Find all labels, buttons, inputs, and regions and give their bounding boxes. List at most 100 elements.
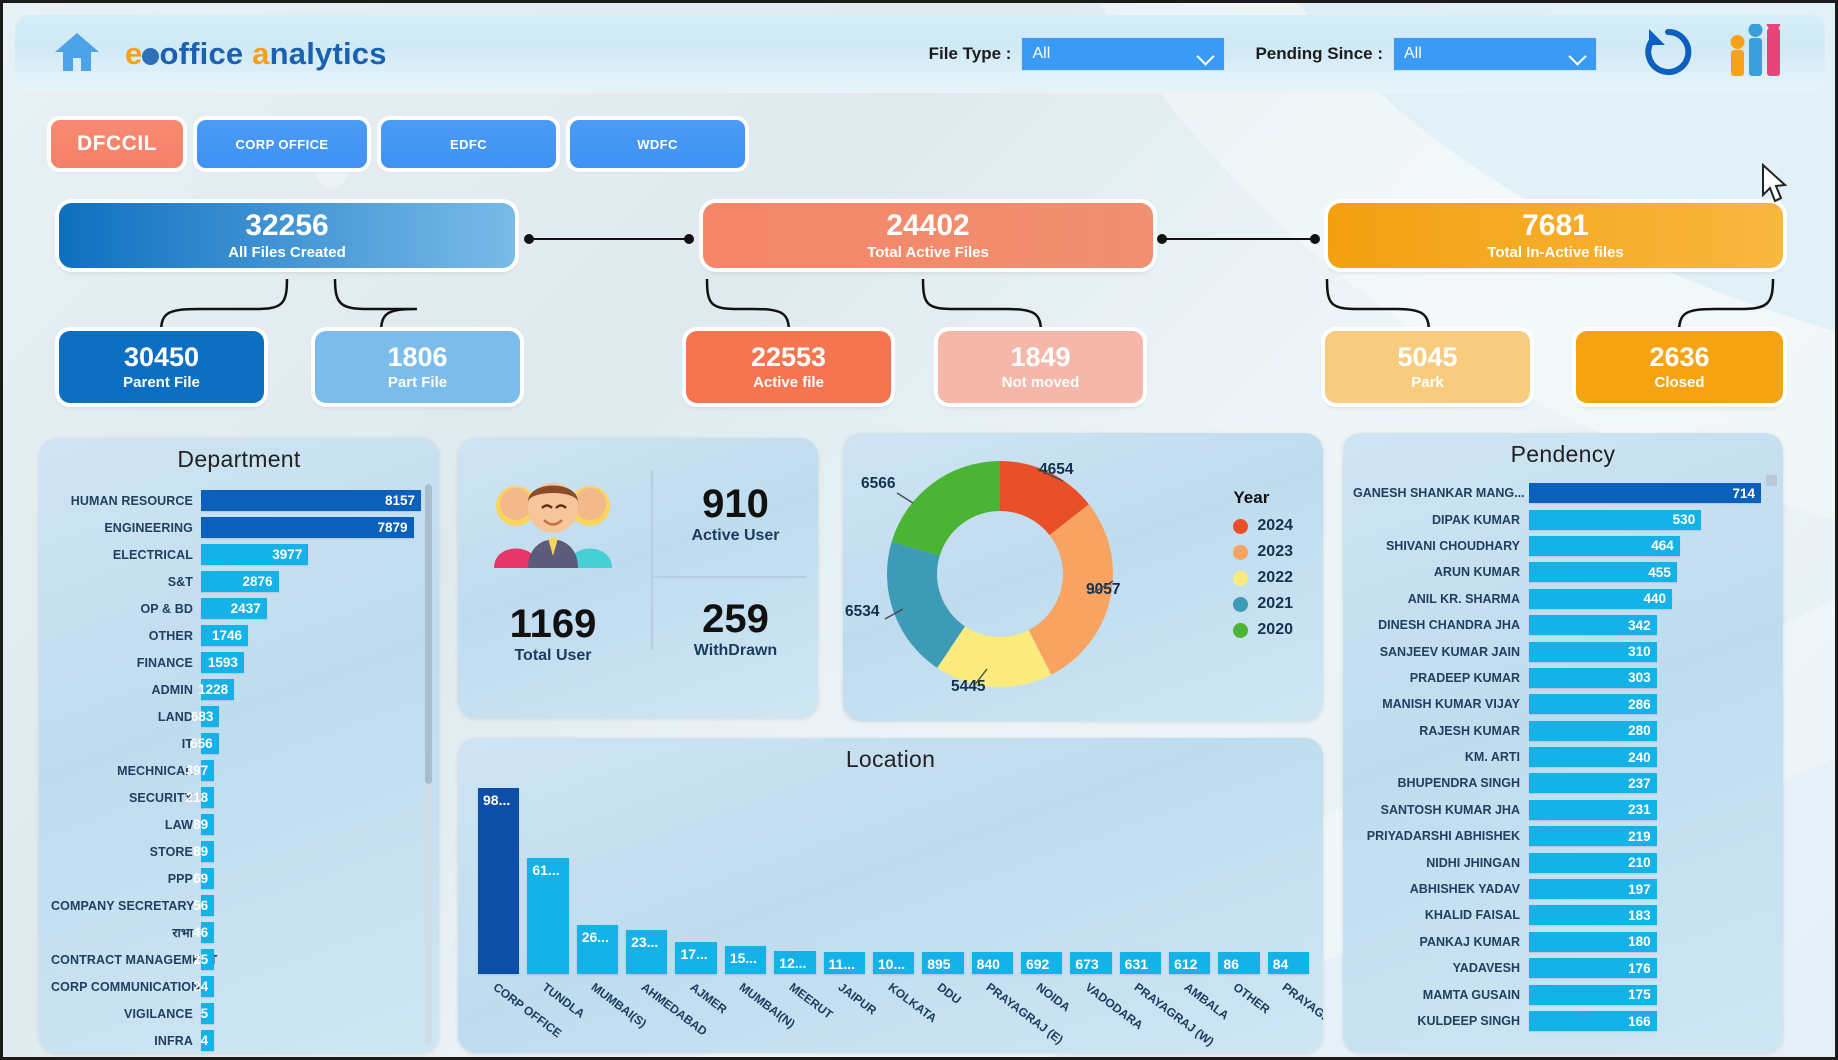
pendency-bar[interactable]: 714: [1529, 483, 1761, 504]
location-bar[interactable]: 61...: [527, 858, 569, 974]
department-bar[interactable]: 89: [193, 814, 215, 835]
department-row[interactable]: STORE 89: [51, 838, 421, 865]
pendency-row[interactable]: SANTOSH KUMAR JHA 231: [1353, 797, 1761, 823]
kpi-closed[interactable]: 2636 Closed: [1576, 331, 1783, 403]
location-bar[interactable]: 631: [1119, 952, 1162, 974]
pendency-row[interactable]: PRADEEP KUMAR 303: [1353, 665, 1761, 691]
department-row[interactable]: CONTRACT MANAGEMENT 25: [51, 946, 421, 973]
pendency-bar[interactable]: 310: [1529, 641, 1657, 662]
location-bar[interactable]: 840: [971, 952, 1013, 974]
location-bar[interactable]: 86: [1218, 952, 1260, 974]
pending-since-select[interactable]: All: [1393, 37, 1597, 71]
department-row[interactable]: INFRA 4: [51, 1027, 421, 1053]
pendency-bar[interactable]: 197: [1529, 879, 1657, 900]
department-row[interactable]: OTHER 1746: [51, 622, 421, 649]
pendency-bar[interactable]: 464: [1529, 535, 1680, 556]
pendency-bar[interactable]: 530: [1529, 509, 1702, 530]
pendency-row[interactable]: KHALID FAISAL 183: [1353, 902, 1761, 928]
kpi-total-inactive-files[interactable]: 7681 Total In-Active files: [1328, 203, 1783, 268]
year-donut-chart[interactable]: [855, 441, 1145, 711]
pendency-row[interactable]: PANKAJ KUMAR 180: [1353, 929, 1761, 955]
department-row[interactable]: VIGILANCE 5: [51, 1000, 421, 1027]
department-bar[interactable]: 56: [193, 895, 215, 916]
donut-slice-2020[interactable]: [891, 461, 1000, 556]
department-bar[interactable]: 218: [186, 787, 215, 808]
pendency-row[interactable]: ARUN KUMAR 455: [1353, 559, 1761, 585]
legend-item-2020[interactable]: 2020: [1233, 621, 1293, 639]
department-row[interactable]: HUMAN RESOURCE 8157: [51, 487, 421, 514]
department-row[interactable]: OP & BD 2437: [51, 595, 421, 622]
location-bar[interactable]: 23...: [626, 930, 668, 974]
file-type-select[interactable]: All: [1021, 37, 1226, 71]
pendency-row[interactable]: ANIL KR. SHARMA 440: [1353, 586, 1761, 612]
pendency-row[interactable]: MAMTA GUSAIN 175: [1353, 981, 1761, 1007]
location-bar[interactable]: 692: [1020, 952, 1063, 974]
location-bar[interactable]: 17...: [675, 941, 717, 974]
department-row[interactable]: COMPANY SECRETARY 56: [51, 892, 421, 919]
department-row[interactable]: ADMIN 1228: [51, 676, 421, 703]
kpi-all-files-created[interactable]: 32256 All Files Created: [59, 203, 515, 268]
pendency-bar[interactable]: 210: [1529, 852, 1657, 873]
location-bar[interactable]: 98...: [478, 788, 520, 974]
department-bar[interactable]: 1228: [198, 679, 235, 700]
department-row[interactable]: MECHNICAL 397: [51, 757, 421, 784]
department-row[interactable]: S&T 2876: [51, 568, 421, 595]
department-row[interactable]: ELECTRICAL 3977: [51, 541, 421, 568]
kpi-total-active-files[interactable]: 24402 Total Active Files: [703, 203, 1153, 268]
pendency-row[interactable]: MANISH KUMAR VIJAY 286: [1353, 691, 1761, 717]
pendency-row[interactable]: PRIYADARSHI ABHISHEK 219: [1353, 823, 1761, 849]
legend-item-2024[interactable]: 2024: [1233, 517, 1293, 535]
legend-item-2022[interactable]: 2022: [1233, 569, 1293, 587]
department-row[interactable]: राभा 46: [51, 919, 421, 946]
tab-dfccil[interactable]: DFCCIL: [51, 120, 183, 168]
pendency-bar[interactable]: 175: [1529, 984, 1657, 1005]
pendency-row[interactable]: BHUPENDRA SINGH 237: [1353, 770, 1761, 796]
department-scrollbar[interactable]: [425, 484, 432, 1044]
department-bar[interactable]: 1746: [201, 625, 249, 646]
tab-edfc[interactable]: EDFC: [381, 120, 556, 168]
pendency-bar[interactable]: 280: [1529, 720, 1657, 741]
location-bar[interactable]: 84: [1267, 952, 1310, 974]
pendency-bar[interactable]: 231: [1529, 799, 1657, 820]
pendency-bar[interactable]: 166: [1529, 1011, 1657, 1031]
pendency-row[interactable]: NIDHI JHINGAN 210: [1353, 849, 1761, 875]
pendency-bar[interactable]: 286: [1529, 694, 1657, 715]
department-bar[interactable]: 4: [201, 1030, 215, 1051]
department-bar[interactable]: 683: [191, 706, 220, 727]
department-row[interactable]: IT 656: [51, 730, 421, 757]
department-bar[interactable]: 5: [201, 1003, 215, 1024]
department-bar[interactable]: 656: [190, 733, 219, 754]
department-bar[interactable]: 2876: [201, 571, 279, 592]
pendency-row[interactable]: SANJEEV KUMAR JAIN 310: [1353, 638, 1761, 664]
location-bar[interactable]: 12...: [774, 951, 816, 974]
home-icon[interactable]: [53, 30, 101, 79]
department-bar[interactable]: 7879: [201, 517, 414, 538]
department-bar[interactable]: 46: [193, 922, 215, 943]
location-bar[interactable]: 26...: [576, 924, 619, 974]
department-bar[interactable]: 24: [193, 976, 215, 997]
pendency-bar[interactable]: 342: [1529, 615, 1657, 636]
tab-corp-office[interactable]: CORP OFFICE: [197, 120, 367, 168]
pendency-row[interactable]: KM. ARTI 240: [1353, 744, 1761, 770]
refresh-icon[interactable]: [1641, 25, 1695, 84]
department-bar[interactable]: 25: [193, 949, 215, 970]
pendency-bar[interactable]: 455: [1529, 562, 1677, 583]
pendency-bar[interactable]: 180: [1529, 931, 1657, 952]
department-row[interactable]: LAW 89: [51, 811, 421, 838]
pendency-row[interactable]: KULDEEP SINGH 166: [1353, 1008, 1761, 1034]
department-bar[interactable]: 8157: [201, 490, 421, 511]
pendency-row[interactable]: RAJESH KUMAR 280: [1353, 718, 1761, 744]
department-bar[interactable]: 3977: [201, 544, 309, 565]
kpi-part-file[interactable]: 1806 Part File: [315, 331, 520, 403]
kpi-not-moved[interactable]: 1849 Not moved: [938, 331, 1143, 403]
kpi-active-file[interactable]: 22553 Active file: [686, 331, 891, 403]
pendency-bar[interactable]: 219: [1529, 826, 1657, 847]
department-row[interactable]: PPP 69: [51, 865, 421, 892]
location-bar[interactable]: 673: [1070, 952, 1112, 974]
department-bar[interactable]: 397: [186, 760, 215, 781]
department-row[interactable]: LAND 683: [51, 703, 421, 730]
scrollbar-thumb[interactable]: [425, 484, 432, 784]
pendency-bar[interactable]: 237: [1529, 773, 1657, 794]
department-bar[interactable]: 1593: [201, 652, 244, 673]
department-row[interactable]: CORP COMMUNICATION 24: [51, 973, 421, 1000]
